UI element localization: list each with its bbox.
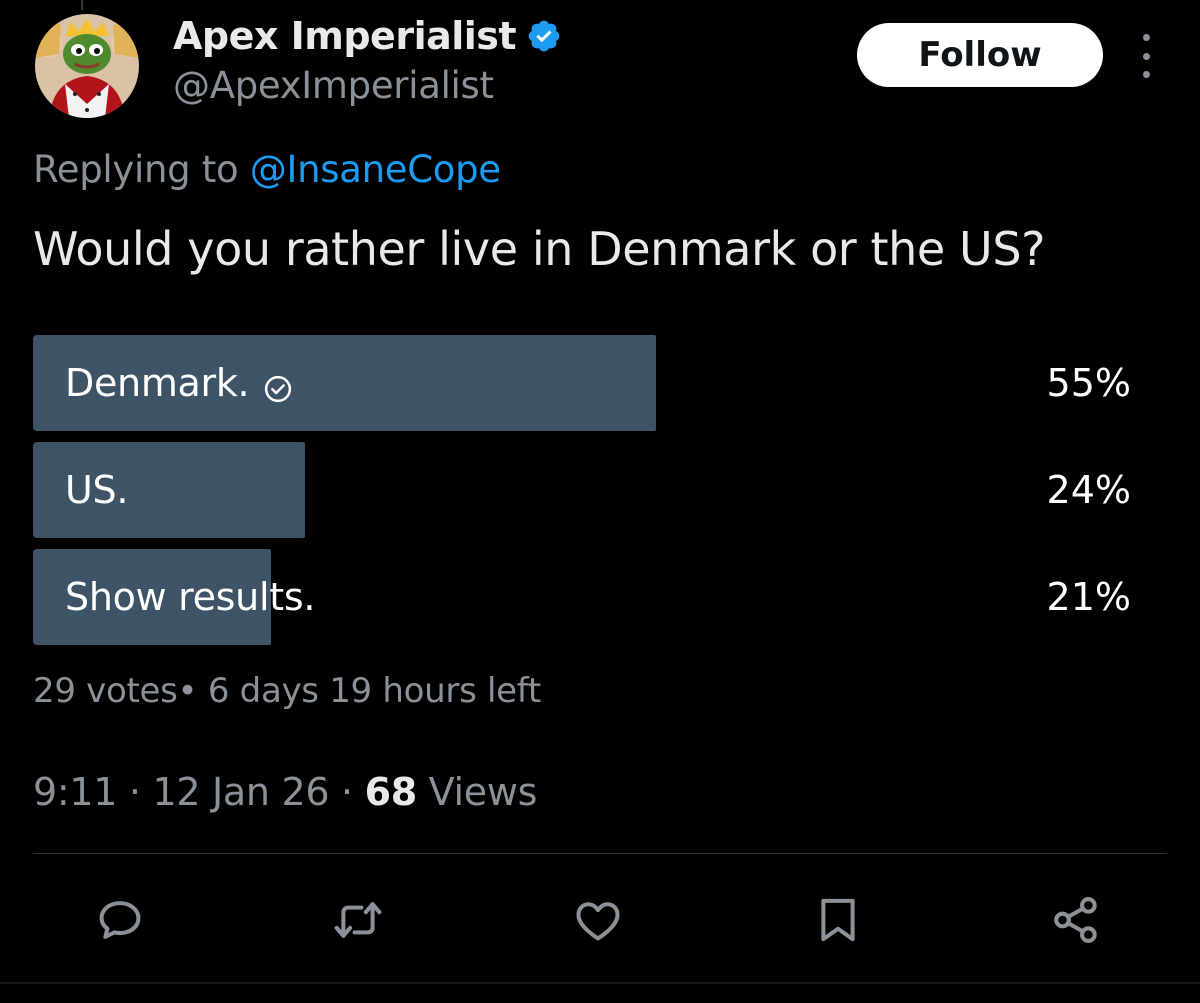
views-label[interactable]: Views — [429, 770, 538, 814]
king-frog-avatar-icon — [35, 14, 139, 118]
more-vertical-icon[interactable] — [1130, 34, 1162, 78]
separator: · — [341, 770, 353, 814]
bottom-divider — [0, 982, 1200, 984]
share-icon[interactable] — [1048, 892, 1104, 948]
verified-badge-icon[interactable] — [526, 18, 562, 54]
more-dot — [1142, 71, 1150, 78]
poll-option-label-row: US. — [65, 442, 128, 538]
display-name[interactable]: Apex Imperialist — [173, 14, 517, 58]
avatar[interactable] — [35, 14, 139, 118]
bookmark-icon[interactable] — [810, 892, 866, 948]
separator: · — [128, 770, 141, 814]
follow-button[interactable]: Follow — [857, 23, 1103, 87]
poll-option-percent: 55% — [1046, 361, 1131, 405]
poll-option-percent: 24% — [1046, 468, 1131, 512]
poll-option-label: Show results. — [65, 575, 316, 619]
retweet-icon[interactable] — [330, 892, 386, 948]
more-dot — [1142, 52, 1150, 60]
tweet-time[interactable]: 9:11 — [33, 770, 117, 814]
tweet-text: Would you rather live in Denmark or the … — [33, 222, 1046, 276]
poll-option-show-results[interactable]: Show results. 21% — [33, 549, 1133, 645]
poll-option-label: Denmark. — [65, 361, 250, 405]
poll-option-label-row: Denmark. — [65, 335, 293, 431]
poll-option-percent: 21% — [1046, 575, 1131, 619]
timestamp-line: 9:11 · 12 Jan 26 · 68 Views — [33, 770, 537, 814]
tweet-date[interactable]: 12 Jan 26 — [152, 770, 329, 814]
more-dot — [1142, 34, 1150, 41]
reply-icon[interactable] — [92, 892, 148, 948]
poll-option-us[interactable]: US. 24% — [33, 442, 1133, 538]
replying-to-prefix: Replying to — [33, 148, 239, 191]
reply-mention-link[interactable]: @InsaneCope — [250, 148, 501, 191]
views-count[interactable]: 68 — [365, 770, 418, 814]
divider — [33, 853, 1167, 854]
check-circle-icon — [263, 369, 293, 403]
poll-option-denmark[interactable]: Denmark. 55% — [33, 335, 1133, 431]
thread-connector — [81, 0, 83, 10]
poll-meta: 29 votes• 6 days 19 hours left — [33, 671, 541, 711]
user-handle[interactable]: @ApexImperialist — [173, 64, 494, 107]
poll-option-label-row: Show results. — [65, 549, 315, 645]
poll-option-label: US. — [65, 468, 129, 512]
display-name-row[interactable]: Apex Imperialist — [173, 12, 562, 60]
replying-to: Replying to @InsaneCope — [33, 148, 501, 191]
like-icon[interactable] — [570, 892, 626, 948]
